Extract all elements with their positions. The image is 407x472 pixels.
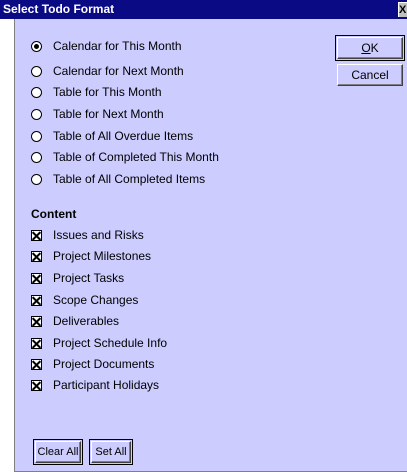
format-option-table-next-month[interactable]: Table for Next Month [31, 105, 164, 123]
content-item-label: Participant Holidays [53, 378, 160, 392]
format-option-label: Table of All Completed Items [53, 172, 206, 186]
content-item-label: Project Milestones [53, 249, 152, 263]
checkbox[interactable] [31, 379, 42, 391]
checkbox[interactable] [31, 315, 42, 327]
select-todo-format-dialog: Select Todo Format X Calendar for This M… [0, 0, 407, 472]
radio-button[interactable] [31, 151, 42, 163]
format-option-label: Table for Next Month [53, 107, 164, 121]
content-item-project-schedule-info[interactable]: Project Schedule Info [31, 334, 167, 352]
content-item-participant-holidays[interactable]: Participant Holidays [31, 376, 159, 394]
format-option-label: Table of Completed This Month [53, 150, 219, 164]
format-option-table-completed-this-month[interactable]: Table of Completed This Month [31, 148, 219, 166]
format-option-label: Table for This Month [53, 85, 162, 99]
title-bar: Select Todo Format X [0, 0, 407, 19]
radio-button[interactable] [31, 40, 42, 52]
checkbox[interactable] [31, 272, 42, 284]
format-option-table-all-completed[interactable]: Table of All Completed Items [31, 170, 205, 188]
radio-button[interactable] [31, 173, 42, 185]
content-item-label: Project Schedule Info [53, 336, 168, 350]
content-item-project-documents[interactable]: Project Documents [31, 355, 154, 373]
radio-button[interactable] [31, 130, 42, 142]
checkbox[interactable] [31, 337, 42, 349]
content-item-project-tasks[interactable]: Project Tasks [31, 269, 124, 287]
format-option-calendar-this-month[interactable]: Calendar for This Month [31, 37, 182, 55]
checkbox[interactable] [31, 250, 42, 262]
content-item-project-milestones[interactable]: Project Milestones [31, 247, 151, 265]
content-item-deliverables[interactable]: Deliverables [31, 312, 119, 330]
content-item-label: Issues and Risks [53, 228, 144, 242]
format-option-label: Table of All Overdue Items [53, 129, 194, 143]
content-item-label: Project Documents [53, 357, 155, 371]
content-item-issues-and-risks[interactable]: Issues and Risks [31, 226, 144, 244]
format-option-calendar-next-month[interactable]: Calendar for Next Month [31, 62, 184, 80]
checkbox[interactable] [31, 358, 42, 370]
radio-button[interactable] [31, 108, 42, 120]
format-option-table-overdue[interactable]: Table of All Overdue Items [31, 127, 193, 145]
ok-button[interactable]: OK [335, 35, 405, 61]
checkbox[interactable] [31, 294, 42, 306]
radio-button[interactable] [31, 65, 42, 77]
content-item-scope-changes[interactable]: Scope Changes [31, 291, 138, 309]
content-item-label: Scope Changes [53, 293, 139, 307]
format-option-table-this-month[interactable]: Table for This Month [31, 83, 162, 101]
radio-button[interactable] [31, 86, 42, 98]
format-option-label: Calendar for This Month [53, 39, 182, 53]
cancel-button[interactable]: Cancel [337, 64, 403, 86]
dialog-body: Calendar for This Month Calendar for Nex… [14, 19, 407, 472]
set-all-button[interactable]: Set All [89, 439, 133, 465]
window-title: Select Todo Format [3, 2, 115, 16]
content-item-label: Deliverables [53, 314, 120, 328]
clear-all-button[interactable]: Clear All [33, 439, 83, 465]
format-option-label: Calendar for Next Month [53, 64, 184, 78]
content-section-title: Content [31, 207, 77, 221]
checkbox[interactable] [31, 229, 42, 241]
close-button[interactable]: X [398, 2, 407, 17]
content-item-label: Project Tasks [53, 271, 125, 285]
